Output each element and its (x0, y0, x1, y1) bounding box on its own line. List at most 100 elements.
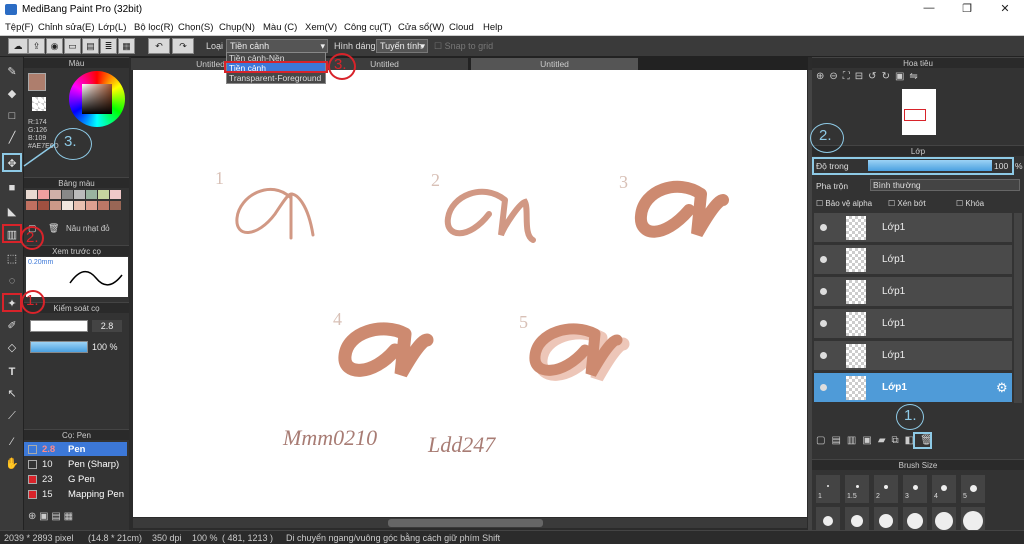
bucket-icon[interactable]: ◣ (2, 203, 22, 222)
brush-copy-icon[interactable]: ▤ (51, 511, 60, 522)
color-wheel[interactable] (69, 71, 125, 127)
fill-rect-icon[interactable]: ■ (2, 179, 22, 198)
zoom-in-icon[interactable]: ⊕ (816, 71, 829, 82)
type-dropdown[interactable]: Tiền cảnh ▾ (226, 39, 328, 53)
navigator-thumbnail[interactable] (902, 89, 936, 135)
tab-untitled-3[interactable]: Untitled (471, 58, 639, 70)
palette-swatch[interactable] (62, 201, 73, 210)
list-icon[interactable]: ≣ (100, 38, 117, 54)
palette-swatch[interactable] (38, 190, 49, 199)
hand-icon[interactable]: ✋ (2, 455, 22, 474)
folder-icon[interactable]: ▰ (878, 435, 892, 446)
zoom-out-icon[interactable]: ⊖ (829, 71, 842, 82)
menu-view[interactable]: Xem(V) (305, 22, 337, 33)
rotate-left-icon[interactable]: ↺ (868, 71, 881, 82)
eyedropper-icon[interactable]: ⁄ (2, 433, 22, 452)
brush-list-item[interactable]: 10 Pen (Sharp) (24, 457, 127, 471)
drawing-canvas[interactable]: 1 2 3 4 5 Mmm0210 Ldd247 (133, 70, 807, 517)
menu-color[interactable]: Màu (C) (263, 22, 297, 33)
new-8bit-icon[interactable]: ▥ (847, 435, 862, 446)
palette-swatch[interactable] (98, 201, 109, 210)
flip-icon[interactable]: ⇋ (909, 71, 922, 82)
layer-row[interactable]: Lớp1 (814, 309, 1012, 339)
palette-swatch[interactable] (74, 201, 85, 210)
operation-icon[interactable]: ↖ (2, 385, 22, 404)
visibility-icon[interactable] (820, 224, 827, 231)
select-rect-icon[interactable]: ⬚ (2, 250, 22, 269)
brush-list-item[interactable]: 2.8 Pen (24, 442, 127, 456)
add-brush-icon[interactable]: ⊕ (28, 511, 36, 522)
eraser-icon[interactable]: ◆ (2, 85, 22, 104)
menu-snap[interactable]: Chụp(N) (219, 22, 255, 33)
visibility-icon[interactable] (820, 384, 827, 391)
magic-wand-icon[interactable]: ✦ (2, 293, 22, 312)
protect-alpha-checkbox[interactable]: ☐ Bảo vệ alpha (816, 199, 872, 208)
clipping-checkbox[interactable]: ☐ Xén bớt (888, 199, 926, 208)
layer-row[interactable]: Lớp1 (814, 213, 1012, 243)
lock-checkbox[interactable]: ☐ Khóa (956, 199, 984, 208)
brush-icon[interactable]: ✎ (2, 63, 22, 82)
size-slider[interactable] (30, 320, 88, 332)
brush-size-slot[interactable]: 1.5 (845, 475, 869, 503)
grid-icon[interactable]: ▦ (118, 38, 135, 54)
fit-icon[interactable]: ⛶ (843, 71, 855, 82)
palette-swatch[interactable] (38, 201, 49, 210)
text-icon[interactable]: T (2, 363, 22, 382)
minimize-button[interactable]: — (920, 2, 938, 16)
maximize-button[interactable]: ❐ (958, 2, 976, 16)
actual-size-icon[interactable]: ▣ (895, 71, 909, 82)
trash-icon[interactable]: 🗑 (48, 223, 59, 234)
menu-tools[interactable]: Công cụ(T) (344, 22, 392, 33)
menu-help[interactable]: Help (483, 22, 503, 33)
brush-size-slot[interactable]: 1 (816, 475, 840, 503)
close-button[interactable]: ✕ (996, 2, 1014, 16)
layer-row[interactable]: Lớp1 (814, 277, 1012, 307)
palette-swatch[interactable] (62, 190, 73, 199)
shape-dropdown[interactable]: Tuyến tính ▾ (376, 39, 428, 53)
layer-row[interactable]: Lớp1 (814, 341, 1012, 371)
visibility-icon[interactable] (820, 256, 827, 263)
zoom-minus-icon[interactable]: ⊟ (855, 71, 868, 82)
brush-settings-icon[interactable]: ▦ (64, 511, 73, 522)
chat-icon[interactable]: ▭ (64, 38, 81, 54)
opacity-slider[interactable] (30, 341, 88, 353)
menu-filter[interactable]: Bộ lọc(R) (134, 22, 174, 33)
menu-window[interactable]: Cửa sổ(W) (398, 22, 444, 33)
duplicate-layer-icon[interactable]: ⧉ (892, 435, 905, 446)
move-icon[interactable]: ✥ (2, 153, 22, 172)
palette-swatch[interactable] (26, 201, 37, 210)
visibility-icon[interactable] (820, 320, 827, 327)
fg-color-swatch[interactable] (28, 73, 46, 91)
line-icon[interactable]: ╱ (2, 129, 22, 148)
layer-scrollbar[interactable] (1014, 213, 1022, 403)
visibility-icon[interactable] (820, 288, 827, 295)
palette-swatch[interactable] (50, 201, 61, 210)
brush-size-slot[interactable]: 4 (932, 475, 956, 503)
brush-list-item[interactable]: 23 G Pen (24, 472, 127, 486)
visibility-icon[interactable] (820, 352, 827, 359)
select-pen-icon[interactable]: ✐ (2, 317, 22, 336)
rotate-right-icon[interactable]: ↻ (882, 71, 895, 82)
palette-swatch[interactable] (26, 190, 37, 199)
menu-file[interactable]: Tệp(F) (5, 22, 34, 33)
rect-icon[interactable]: □ (2, 107, 22, 126)
new-layer-icon[interactable]: ▢ (816, 435, 831, 446)
undo-icon[interactable]: ↶ (148, 38, 170, 54)
layer-row[interactable]: Lớp1 (814, 245, 1012, 275)
navigator-viewport[interactable] (904, 109, 926, 121)
comment-icon[interactable]: ◉ (46, 38, 63, 54)
option-transparent-fg[interactable]: Transparent-Foreground (227, 73, 325, 83)
color-square[interactable] (82, 84, 112, 114)
palette-swatch[interactable] (110, 201, 121, 210)
brush-size-slot[interactable]: 5 (961, 475, 985, 503)
blend-dropdown[interactable]: Bình thường (870, 179, 1020, 191)
palette-swatch[interactable] (74, 190, 85, 199)
palette-swatch[interactable] (110, 190, 121, 199)
select-eraser-icon[interactable]: ◇ (2, 339, 22, 358)
redo-icon[interactable]: ↷ (172, 38, 194, 54)
h-scroll-thumb[interactable] (388, 519, 543, 527)
new-halftone-icon[interactable]: ▤ (831, 435, 846, 446)
dropper-icon[interactable]: ⟋ (2, 407, 22, 426)
cloud-icon[interactable]: ☁ (8, 38, 28, 54)
menu-select[interactable]: Chọn(S) (178, 22, 213, 33)
